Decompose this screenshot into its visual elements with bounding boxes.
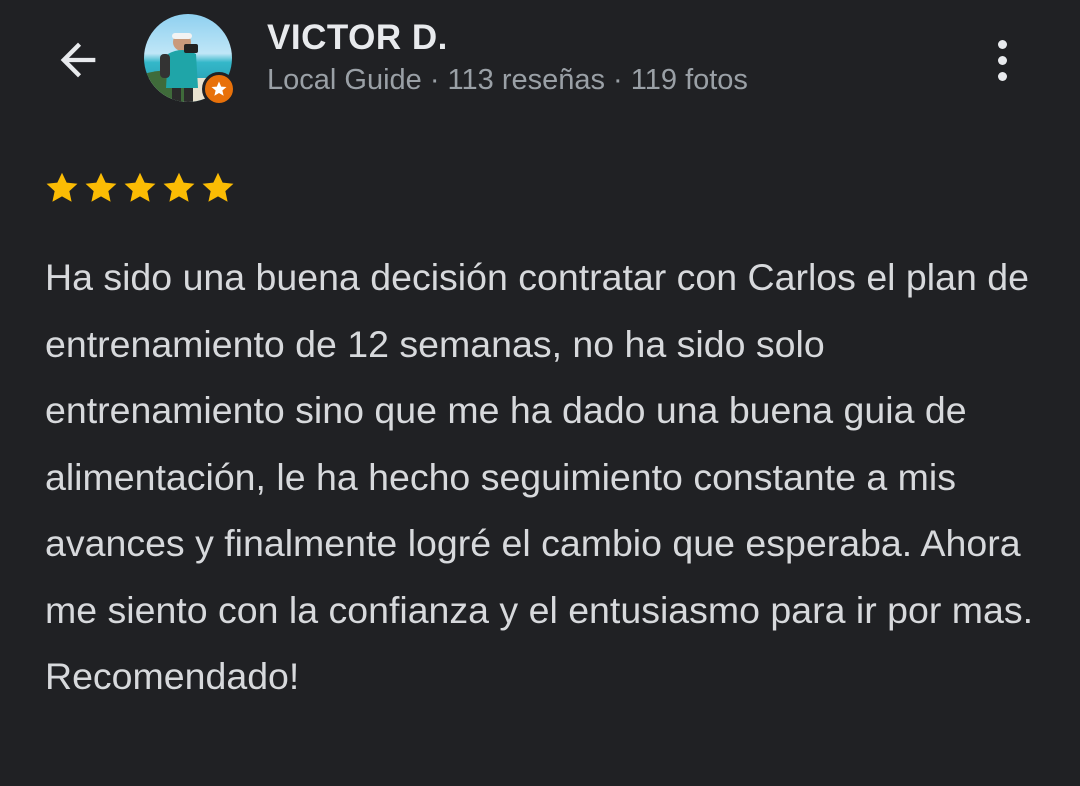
- reviewer-avatar-group: [144, 14, 236, 106]
- local-guide-star-icon: [211, 81, 227, 96]
- arrow-back-icon: [60, 42, 96, 78]
- star-icon: [46, 172, 78, 202]
- more-vert-icon: [997, 55, 1007, 65]
- more-vert-icon: [997, 71, 1007, 81]
- reviewer-name[interactable]: VICTOR D.: [267, 18, 448, 58]
- star-icon: [202, 172, 234, 202]
- more-options-button[interactable]: [978, 32, 1026, 88]
- star-rating: [44, 170, 236, 206]
- local-guide-badge: [202, 72, 236, 106]
- reviewer-meta: Local Guide · 113 reseñas · 119 fotos: [267, 64, 748, 96]
- star-icon: [124, 172, 156, 202]
- back-button[interactable]: [48, 30, 108, 90]
- review-header: VICTOR D. Local Guide · 113 reseñas · 11…: [0, 0, 1080, 120]
- star-icon: [163, 172, 195, 202]
- review-text: Ha sido una buena decisión contratar con…: [45, 256, 1033, 697]
- star-icon: [85, 172, 117, 202]
- more-vert-icon: [997, 39, 1007, 49]
